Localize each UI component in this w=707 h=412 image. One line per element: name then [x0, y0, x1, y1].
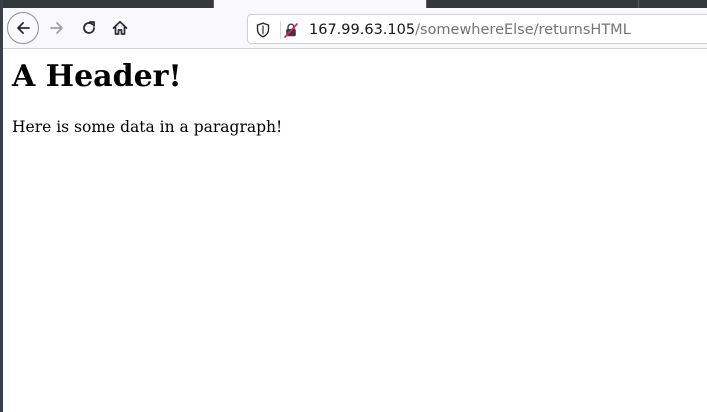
shield-icon: [256, 22, 270, 38]
tab-strip: [0, 0, 707, 8]
page-paragraph: Here is some data in a paragraph!: [12, 118, 283, 136]
active-tab[interactable]: [214, 0, 426, 8]
window-edge: [0, 0, 3, 412]
page-content: A Header! Here is some data in a paragra…: [0, 49, 707, 412]
back-button[interactable]: [7, 12, 39, 44]
insecure-lock-icon: [284, 23, 298, 38]
tab-separator: [638, 0, 639, 8]
url-host: 167.99.63.105: [309, 22, 416, 38]
arrow-right-icon: [50, 22, 63, 34]
site-security-button[interactable]: [282, 21, 300, 39]
url-divider: [280, 21, 281, 39]
home-button[interactable]: [104, 12, 136, 44]
reload-icon: [83, 21, 95, 34]
reload-button[interactable]: [73, 12, 105, 44]
tab-separator: [426, 0, 427, 8]
address-bar[interactable]: 167.99.63.105/somewhereElse/returnsHTML: [247, 14, 707, 44]
url-path: /somewhereElse/returnsHTML: [415, 22, 631, 38]
home-icon: [112, 20, 128, 35]
page-heading: A Header!: [12, 59, 182, 94]
tracking-protection-button[interactable]: [254, 21, 272, 39]
navigation-toolbar: 167.99.63.105/somewhereElse/returnsHTML: [0, 8, 707, 49]
forward-button[interactable]: [41, 12, 73, 44]
url-text[interactable]: 167.99.63.105/somewhereElse/returnsHTML: [309, 21, 631, 39]
arrow-left-icon: [17, 22, 30, 34]
